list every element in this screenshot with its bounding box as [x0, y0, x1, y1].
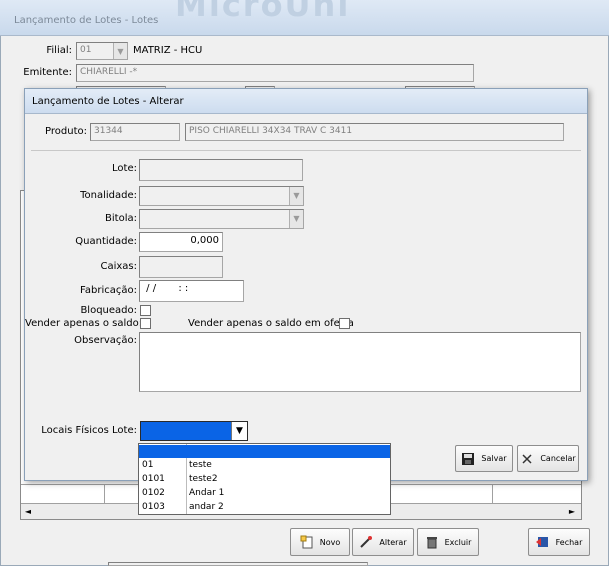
logo: MicroUni: [175, 0, 351, 20]
chevron-down-icon[interactable]: ▼: [231, 422, 247, 440]
lote-edit-dialog: Lançamento de Lotes - Alterar Produto: 3…: [24, 88, 588, 481]
list-item[interactable]: 0103 andar 2: [139, 501, 390, 514]
locais-option-code: 0103: [142, 502, 165, 512]
bitola-select[interactable]: ▼: [139, 209, 304, 229]
observacao-textarea[interactable]: [139, 332, 581, 392]
locais-option-name: Andar 1: [189, 488, 225, 498]
tonalidade-label: Tonalidade:: [80, 190, 137, 201]
edit-wand-icon: [360, 536, 373, 548]
alterar-button[interactable]: Alterar: [352, 528, 414, 556]
background-window-title: Lançamento de Lotes - Lotes: [14, 15, 159, 26]
observacao-label: Observação:: [74, 335, 137, 346]
tonalidade-select[interactable]: ▼: [139, 186, 304, 206]
salvar-button[interactable]: Salvar: [455, 445, 513, 472]
floppy-save-icon: [462, 452, 475, 465]
locais-select[interactable]: ▼: [140, 421, 248, 441]
filial-select[interactable]: 01 ▼: [76, 42, 128, 60]
bg-field-bottom: [108, 562, 368, 566]
fabricacao-field[interactable]: / / : :: [139, 280, 244, 302]
cancelar-label: Cancelar: [540, 454, 576, 463]
list-item[interactable]: 01 teste: [139, 459, 390, 472]
fechar-label: Fechar: [555, 537, 583, 547]
caixas-label: Caixas:: [100, 261, 137, 272]
grid-col-line: [104, 485, 105, 503]
locais-option-name: andar 2: [189, 502, 224, 512]
chevron-down-icon[interactable]: ▼: [289, 187, 303, 205]
quantidade-label: Quantidade:: [75, 236, 137, 247]
produto-desc-field[interactable]: PISO CHIARELLI 34X34 TRAV C 3411: [185, 123, 564, 141]
excluir-label: Excluir: [444, 537, 472, 547]
lote-label: Lote:: [112, 163, 137, 174]
close-icon: [522, 453, 532, 464]
quantidade-field[interactable]: 0,000: [139, 232, 223, 252]
lote-field[interactable]: [139, 159, 303, 181]
chevron-down-icon[interactable]: ▼: [289, 210, 303, 228]
grid-col-line: [492, 485, 493, 503]
divider: [31, 150, 581, 151]
vender-oferta-label: Vender apenas o saldo em oferta: [188, 318, 354, 329]
trash-icon: [426, 537, 437, 549]
list-item[interactable]: 0101 teste2: [139, 473, 390, 486]
novo-label: Novo: [319, 537, 341, 547]
scroll-left-icon[interactable]: ◄: [22, 505, 34, 518]
emitente-field[interactable]: CHIARELLI -*: [76, 64, 474, 82]
produto-label: Produto:: [45, 126, 87, 137]
chevron-down-icon[interactable]: ▼: [113, 43, 127, 59]
bitola-label: Bitola:: [105, 213, 137, 224]
filial-name: MATRIZ - HCU: [133, 45, 203, 56]
filial-label: Filial:: [46, 45, 72, 56]
novo-button[interactable]: Novo: [290, 528, 350, 556]
bloqueado-checkbox[interactable]: [140, 305, 151, 316]
alterar-label: Alterar: [379, 537, 407, 547]
fabricacao-label: Fabricação:: [80, 285, 137, 296]
emitente-label: Emitente:: [23, 67, 72, 78]
locais-option-name: teste: [189, 460, 212, 470]
locais-label: Locais Físicos Lote:: [41, 425, 137, 436]
filial-code: 01: [80, 45, 92, 55]
scroll-right-icon[interactable]: ►: [566, 505, 578, 518]
locais-option-code: 01: [142, 460, 154, 470]
list-item-selected[interactable]: [139, 445, 390, 458]
cancelar-button[interactable]: Cancelar: [517, 445, 579, 472]
excluir-button[interactable]: Excluir: [417, 528, 479, 556]
salvar-label: Salvar: [481, 454, 507, 463]
new-document-icon: [300, 535, 313, 549]
vender-oferta-checkbox[interactable]: [339, 318, 350, 329]
locais-option-code: 0101: [142, 474, 165, 484]
produto-code-field[interactable]: 31344: [90, 123, 180, 141]
fechar-button[interactable]: Fechar: [528, 528, 590, 556]
vender-saldo-checkbox[interactable]: [140, 318, 151, 329]
exit-door-icon: [535, 537, 548, 547]
locais-option-name: teste2: [189, 474, 218, 484]
locais-option-code: 0102: [142, 488, 165, 498]
locais-dropdown-list: 01 teste 0101 teste2 0102 Andar 1 0103 a…: [138, 443, 391, 515]
bloqueado-label: Bloqueado:: [80, 305, 137, 316]
dialog-title: Lançamento de Lotes - Alterar: [32, 96, 184, 107]
caixas-field[interactable]: [139, 256, 223, 278]
list-item[interactable]: 0102 Andar 1: [139, 487, 390, 500]
vender-saldo-label: Vender apenas o saldo:: [25, 318, 143, 329]
